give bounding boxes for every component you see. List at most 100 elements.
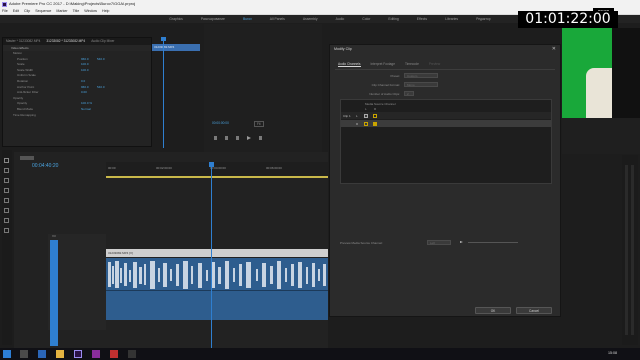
channel-row-label: L [356, 113, 358, 118]
search-icon[interactable] [20, 350, 28, 358]
preview-play-icon[interactable] [460, 241, 463, 243]
tab-timecode[interactable]: Timecode [405, 62, 419, 67]
dialog-title: Modify Clip [334, 47, 352, 51]
work-area-bar[interactable] [106, 176, 328, 178]
preview-channel-label: Preview Media Source Channel: [340, 241, 383, 245]
track-select-tool-icon[interactable] [4, 168, 9, 173]
source-patch-highlight[interactable] [50, 240, 58, 346]
edge-icon[interactable] [38, 350, 46, 358]
workspace-tab[interactable]: Libraries [436, 15, 467, 23]
channel-row-l[interactable]: Clip 1 L [341, 112, 551, 119]
effect-row-time-remapping[interactable]: Time Remapping [3, 113, 151, 119]
menu-title[interactable]: Title [73, 8, 80, 14]
menu-file[interactable]: File [2, 8, 8, 14]
premiere-icon[interactable] [74, 350, 82, 358]
channel-row-r[interactable]: R [341, 120, 551, 127]
step-forward-icon[interactable] [259, 136, 262, 140]
workspace-tab[interactable]: Graphics [160, 15, 192, 23]
timeline-playhead[interactable] [211, 162, 212, 348]
type-tool-icon[interactable] [4, 228, 9, 233]
clip-channel-format-select[interactable]: Mono [404, 82, 438, 87]
workspace-tab[interactable]: Редактор [467, 15, 500, 23]
preset-select[interactable]: Custom [404, 73, 438, 78]
tab-audio-clip-mixer[interactable]: Audio Clip Mixer [91, 38, 114, 45]
cancel-button[interactable]: Cancel [516, 307, 552, 314]
program-monitor-right-edge [612, 28, 640, 118]
source-monitor-timecode[interactable]: 00:00:00:00 [212, 121, 229, 125]
workspace-tab[interactable]: Editing [379, 15, 407, 23]
video-clip[interactable]: 31233082.MP4 [V] [106, 249, 328, 257]
timeline-tab[interactable] [20, 156, 34, 160]
app-icon[interactable] [110, 350, 118, 358]
ruler-label: 00:02:00:00 [156, 166, 172, 170]
hand-tool-icon[interactable] [4, 218, 9, 223]
close-icon[interactable]: ✕ [552, 45, 556, 54]
tools-panel [2, 150, 12, 345]
channel-l-right-checkbox[interactable] [373, 113, 377, 118]
source-monitor-fit-select[interactable]: Fit [254, 121, 264, 127]
menu-sequence[interactable]: Sequence [35, 8, 51, 14]
channel-r-right-checkbox[interactable] [373, 121, 377, 126]
menu-marker[interactable]: Marker [56, 8, 67, 14]
windows-taskbar: 15:08 [0, 348, 640, 360]
preset-label: Preset: [390, 74, 400, 78]
timeline-timecode[interactable]: 00:04:40:20 [32, 163, 58, 169]
menu-clip[interactable]: Clip [24, 8, 30, 14]
menu-window[interactable]: Window [84, 8, 97, 14]
program-monitor-controls-area [562, 118, 640, 154]
channel-l-left-checkbox[interactable] [364, 113, 368, 118]
tab-preview[interactable]: Preview [429, 62, 440, 67]
workspace-tab[interactable]: All Panels [261, 15, 294, 23]
timeline-playhead-head[interactable] [209, 162, 214, 167]
audio-meter-right [631, 165, 634, 335]
workspace-tab-active[interactable]: Burov [234, 15, 261, 23]
workspace-tab[interactable]: Assembly [294, 15, 327, 23]
timeline-ruler[interactable]: 00:00 00:02:00:00 00:04:00:00 00:06:00:0… [106, 162, 328, 178]
menu-help[interactable]: Help [102, 8, 109, 14]
app-icon[interactable] [128, 350, 136, 358]
start-icon[interactable] [3, 350, 11, 358]
track-label-v3[interactable]: V3 [52, 234, 56, 238]
workspace-tab[interactable]: Color [353, 15, 379, 23]
explorer-icon[interactable] [56, 350, 64, 358]
channel-r-left-checkbox[interactable] [364, 121, 368, 126]
preview-channel-select[interactable]: Left [427, 240, 451, 245]
workspace-tab[interactable]: Effects [408, 15, 436, 23]
ripple-edit-tool-icon[interactable] [4, 178, 9, 183]
effect-controls-playhead[interactable] [163, 38, 164, 148]
app-icon[interactable] [92, 350, 100, 358]
dialog-tab-divider [335, 69, 555, 70]
clip-row-label: Clip 1 [343, 113, 351, 118]
ruler-label: 00:06:00:00 [266, 166, 282, 170]
channel-assignment-grid: Media Source Channel L R Clip 1 L R [340, 99, 552, 184]
mark-out-icon[interactable] [225, 136, 228, 140]
dialog-tabs: Audio Channels Interpret Footage Timecod… [338, 62, 440, 67]
overlay-timecode-big: 01:01:22:00 [518, 11, 618, 28]
audio-clip[interactable] [106, 258, 328, 320]
play-icon[interactable] [247, 136, 251, 140]
tab-master-clip[interactable]: Master * 31233082.MP4 [6, 38, 40, 45]
effect-controls-playhead-head[interactable] [161, 37, 166, 41]
tab-audio-channels[interactable]: Audio Channels [338, 62, 361, 67]
taskbar-clock: 15:08 [608, 351, 617, 355]
razor-tool-icon[interactable] [4, 188, 9, 193]
source-transport-controls [214, 136, 314, 144]
slip-tool-icon[interactable] [4, 198, 9, 203]
mark-in-icon[interactable] [214, 136, 217, 140]
person-arm-image [586, 68, 612, 118]
number-of-audio-clips-input[interactable]: 2 [404, 91, 414, 96]
tab-interpret-footage[interactable]: Interpret Footage [371, 62, 395, 67]
preview-scrubber[interactable] [468, 242, 518, 243]
effect-controls-clip-bar[interactable]: 31233082.MP4 [152, 44, 200, 51]
pen-tool-icon[interactable] [4, 208, 9, 213]
workspace-tab[interactable]: Разочарование [192, 15, 234, 23]
premiere-app-icon [2, 1, 7, 7]
tab-effect-controls[interactable]: 31233082 * 31233082.MP4 [46, 38, 85, 45]
grid-header: Media Source Channel [365, 102, 396, 106]
channel-row-label: R [356, 121, 359, 126]
menu-edit[interactable]: Edit [13, 8, 19, 14]
step-back-icon[interactable] [236, 136, 239, 140]
selection-tool-icon[interactable] [4, 158, 9, 163]
ok-button[interactable]: OK [475, 307, 511, 314]
workspace-tab[interactable]: Audio [327, 15, 354, 23]
